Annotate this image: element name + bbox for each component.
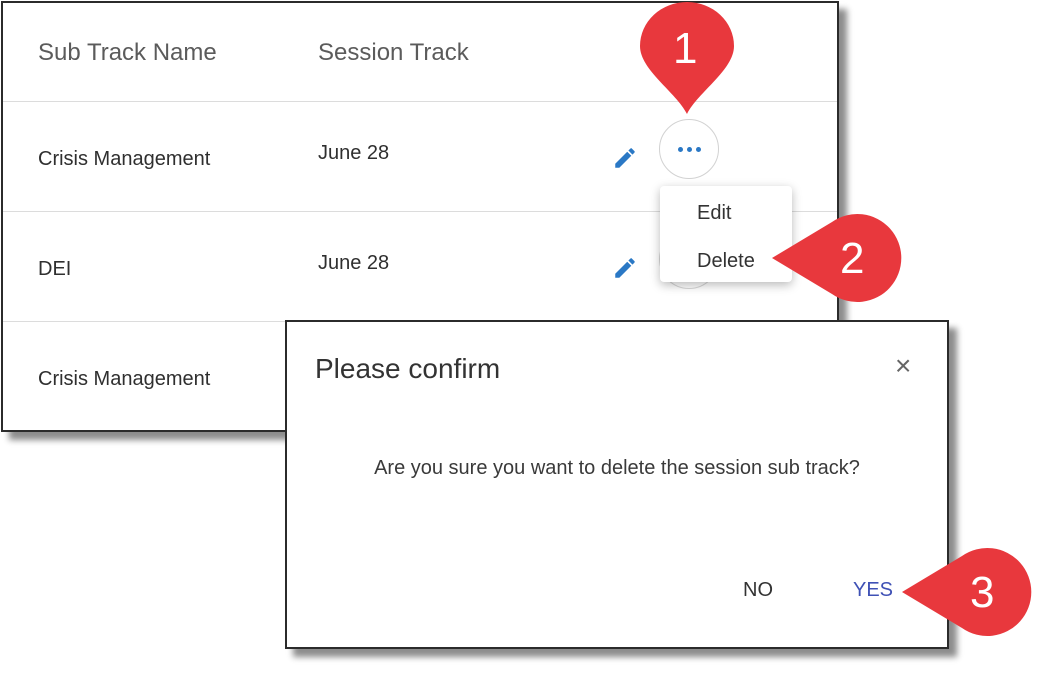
callout-number: 2 bbox=[840, 234, 865, 283]
no-button[interactable]: NO bbox=[743, 579, 773, 602]
dialog-message: Are you sure you want to delete the sess… bbox=[374, 457, 860, 479]
callout-number: 1 bbox=[673, 24, 698, 73]
pencil-icon[interactable] bbox=[612, 255, 638, 281]
row-3-name: Crisis Management bbox=[38, 368, 211, 390]
header-sub-track-name: Sub Track Name bbox=[38, 39, 217, 66]
dialog-title: Please confirm bbox=[315, 353, 501, 384]
close-icon[interactable]: × bbox=[895, 352, 911, 380]
row-1-name: Crisis Management bbox=[38, 148, 211, 170]
confirm-dialog: Please confirm × Are you sure you want t… bbox=[285, 320, 949, 649]
menu-item-edit[interactable]: Edit bbox=[697, 202, 731, 225]
more-actions-button[interactable] bbox=[659, 119, 719, 179]
callout-number: 3 bbox=[970, 568, 995, 617]
row-2-track: June 28 bbox=[318, 252, 390, 274]
row-2-name: DEI bbox=[38, 258, 72, 280]
more-horizontal-icon bbox=[677, 146, 701, 152]
row-1-track: June 28 bbox=[318, 142, 390, 164]
menu-item-delete[interactable]: Delete bbox=[697, 250, 755, 273]
pencil-icon[interactable] bbox=[612, 145, 638, 171]
yes-button[interactable]: YES bbox=[853, 579, 893, 602]
header-session-track: Session Track bbox=[318, 39, 469, 66]
